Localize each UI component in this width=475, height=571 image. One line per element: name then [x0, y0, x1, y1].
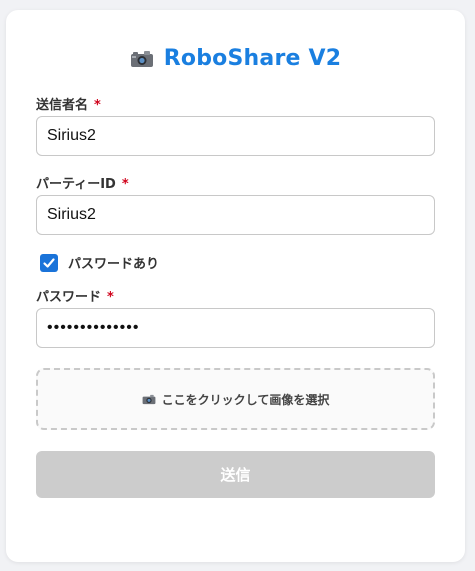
image-upload-dropzone[interactable]: ここをクリックして画像を選択: [36, 368, 435, 430]
sender-name-label: 送信者名 *: [36, 94, 101, 113]
password-toggle-row[interactable]: パスワードあり: [40, 253, 159, 272]
required-mark: *: [94, 98, 101, 113]
password-toggle-label: パスワードあり: [68, 257, 160, 272]
required-mark: *: [107, 290, 114, 305]
sender-name-input[interactable]: [36, 116, 435, 156]
party-id-label-text: パーティーID: [36, 177, 116, 192]
password-toggle-checkbox[interactable]: [40, 253, 58, 272]
app-title: RoboShare V2: [163, 46, 342, 71]
password-label: パスワード *: [36, 286, 114, 305]
camera-icon: [130, 50, 154, 68]
camera-icon: [142, 390, 156, 409]
submit-button[interactable]: 送信: [36, 451, 435, 498]
password-input[interactable]: [36, 308, 435, 348]
form-card: RoboShare V2 送信者名 * パーティーID * パスワードあり パスワー…: [6, 10, 465, 562]
title-row: RoboShare V2: [6, 46, 465, 71]
password-label-text: パスワード: [36, 290, 102, 305]
required-mark: *: [121, 177, 129, 192]
image-upload-label: ここをクリックして画像を選択: [161, 392, 330, 407]
sender-name-label-text: 送信者名: [36, 98, 89, 113]
party-id-label: パーティーID *: [36, 173, 129, 192]
party-id-input[interactable]: [36, 195, 435, 235]
checkmark-icon: [43, 257, 55, 268]
